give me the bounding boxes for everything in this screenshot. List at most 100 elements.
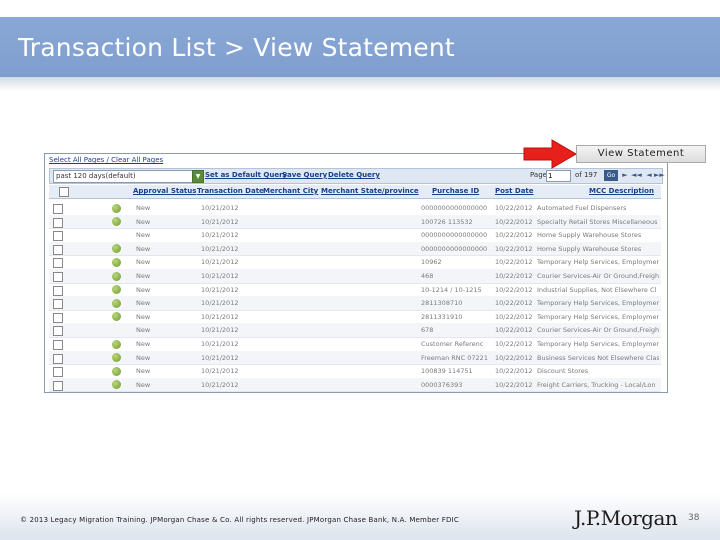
cell-approval-status: New xyxy=(136,353,151,362)
cell-post-date: 10/22/2012 xyxy=(495,367,533,376)
table-row[interactable]: New 10/21/2012 2811308710 10/22/2012 Tempora… xyxy=(49,296,661,311)
cell-approval-status: New xyxy=(136,217,151,226)
status-icon[interactable] xyxy=(112,380,121,390)
table-row[interactable]: New 10/21/2012 100839 114751 10/22/2012 Disc… xyxy=(49,364,661,379)
save-query-link[interactable]: Save Query xyxy=(282,171,327,179)
cell-post-date: 10/22/2012 xyxy=(495,258,533,267)
cell-post-date: 10/22/2012 xyxy=(495,217,533,226)
col-post-date[interactable]: Post Date xyxy=(495,187,534,195)
table-row[interactable]: New 10/21/2012 0000000000000000 10/22/2012 H… xyxy=(49,241,661,257)
row-checkbox[interactable] xyxy=(53,258,63,269)
go-button[interactable]: Go xyxy=(604,170,618,181)
status-icon[interactable] xyxy=(112,298,121,308)
row-checkbox[interactable] xyxy=(53,204,63,214)
cell-post-date: 10/22/2012 xyxy=(495,272,533,280)
cell-transaction-date: 10/21/2012 xyxy=(201,299,239,308)
row-checkbox[interactable] xyxy=(53,244,63,255)
chevron-down-icon[interactable]: ▼ xyxy=(192,170,204,183)
last-page-icon[interactable]: ►► xyxy=(654,170,665,181)
status-icon[interactable] xyxy=(112,339,121,349)
cell-transaction-date: 10/21/2012 xyxy=(201,285,239,294)
cell-mcc-description: Discount Stores xyxy=(537,367,589,376)
cell-approval-status: New xyxy=(136,326,151,335)
row-checkbox[interactable] xyxy=(53,285,63,296)
status-icon[interactable] xyxy=(112,203,121,213)
row-checkbox[interactable] xyxy=(53,367,63,378)
row-checkbox[interactable] xyxy=(53,380,63,391)
set-default-query-link[interactable]: Set as Default Query xyxy=(205,171,287,179)
status-icon[interactable] xyxy=(112,244,121,254)
table-row[interactable]: New 10/21/2012 0000376393 10/22/2012 Freight… xyxy=(49,377,661,393)
page-number: 38 xyxy=(688,513,700,523)
pointer-arrow-icon xyxy=(523,139,577,169)
col-purchase-id[interactable]: Purchase ID xyxy=(432,187,479,195)
cell-mcc-description: Specialty Retail Stores Miscellaneous xyxy=(537,217,658,226)
view-statement-button[interactable]: View Statement xyxy=(576,145,706,163)
page-input[interactable]: 1 xyxy=(546,170,571,182)
col-transaction-date[interactable]: Transaction Date xyxy=(197,187,264,195)
prev-page-icon[interactable]: ◄ xyxy=(645,170,653,181)
row-checkbox[interactable] xyxy=(53,340,63,350)
table-row[interactable]: New 10/21/2012 0000000000000000 10/22/2012 H… xyxy=(49,228,661,243)
table-row[interactable]: New 10/21/2012 678 10/22/2012 Courier Servic… xyxy=(49,323,661,338)
cell-approval-status: New xyxy=(136,272,151,280)
first-page-icon[interactable]: ◄◄ xyxy=(631,170,642,181)
table-row[interactable]: New 10/21/2012 100726 113532 10/22/2012 Spec… xyxy=(49,214,661,230)
transaction-list-panel: Select All Pages / Clear All Pages past … xyxy=(44,153,668,393)
query-select[interactable]: past 120 days(default) xyxy=(53,170,197,183)
cell-transaction-date: 10/21/2012 xyxy=(201,326,239,335)
row-checkbox[interactable] xyxy=(53,231,63,242)
delete-query-link[interactable]: Delete Query xyxy=(328,171,380,179)
status-icon[interactable] xyxy=(112,366,121,376)
cell-approval-status: New xyxy=(136,367,151,376)
row-checkbox[interactable] xyxy=(53,299,63,310)
cell-post-date: 10/22/2012 xyxy=(495,312,533,321)
cell-post-date: 10/22/2012 xyxy=(495,285,533,294)
table-row[interactable]: New 10/21/2012 10962 10/22/2012 Temporary He… xyxy=(49,255,661,270)
col-merchant-state[interactable]: Merchant State/province xyxy=(321,187,419,195)
cell-transaction-date: 10/21/2012 xyxy=(201,312,239,321)
cell-transaction-date: 10/21/2012 xyxy=(201,367,239,376)
cell-approval-status: New xyxy=(136,204,151,212)
status-icon[interactable] xyxy=(112,257,121,267)
cell-purchase-id: 0000000000000000 xyxy=(421,231,488,240)
cell-transaction-date: 10/21/2012 xyxy=(201,244,239,253)
status-icon[interactable] xyxy=(112,312,121,322)
row-checkbox[interactable] xyxy=(53,326,63,337)
col-mcc-description[interactable]: MCC Description xyxy=(589,187,654,195)
select-all-checkbox[interactable] xyxy=(59,187,69,197)
status-icon[interactable] xyxy=(112,271,121,281)
table-row[interactable]: New 10/21/2012 2811331910 10/22/2012 Tempora… xyxy=(49,310,661,325)
cell-mcc-description: Home Supply Warehouse Stores xyxy=(537,231,642,240)
status-icon[interactable] xyxy=(112,353,121,363)
row-checkbox[interactable] xyxy=(53,272,63,282)
table-row[interactable]: New 10/21/2012 10-1214 / 10-1215 10/22/2012… xyxy=(49,283,661,298)
col-merchant-city[interactable]: Merchant City xyxy=(263,187,318,195)
col-approval-status[interactable]: Approval Status xyxy=(133,187,196,195)
row-checkbox[interactable] xyxy=(53,217,63,228)
cell-approval-status: New xyxy=(136,258,151,267)
status-icon[interactable] xyxy=(112,285,121,295)
table-row[interactable]: New 10/21/2012 0000000000000000 10/22/2012 A… xyxy=(49,201,661,216)
row-checkbox[interactable] xyxy=(53,353,63,364)
cell-purchase-id: 0000376393 xyxy=(421,380,463,389)
cell-transaction-date: 10/21/2012 xyxy=(201,217,239,226)
status-icon[interactable] xyxy=(112,217,121,227)
select-pages-link[interactable]: Select All Pages / Clear All Pages xyxy=(49,156,163,164)
slide-title: Transaction List > View Statement xyxy=(18,33,455,62)
next-page-icon[interactable]: ► xyxy=(621,170,629,181)
cell-transaction-date: 10/21/2012 xyxy=(201,380,239,389)
cell-mcc-description: Automated Fuel Dispensers xyxy=(537,204,627,212)
table-row[interactable]: New 10/21/2012 Customer Referenc 10/22/2012… xyxy=(49,337,661,352)
table-row[interactable]: New 10/21/2012 468 10/22/2012 Courier Servic… xyxy=(49,269,661,284)
cell-approval-status: New xyxy=(136,312,151,321)
page-label: Page xyxy=(530,171,547,179)
row-checkbox[interactable] xyxy=(53,312,63,323)
cell-post-date: 10/22/2012 xyxy=(495,244,533,253)
grid-header: Approval Status Transaction Date Merchan… xyxy=(49,185,661,199)
cell-transaction-date: 10/21/2012 xyxy=(201,353,239,362)
table-row[interactable]: New 10/21/2012 Freeman RNC 07221 10/22/2012… xyxy=(49,350,661,366)
cell-post-date: 10/22/2012 xyxy=(495,380,533,389)
cell-transaction-date: 10/21/2012 xyxy=(201,272,239,280)
cell-mcc-description: Temporary Help Services, Employment xyxy=(537,299,659,308)
